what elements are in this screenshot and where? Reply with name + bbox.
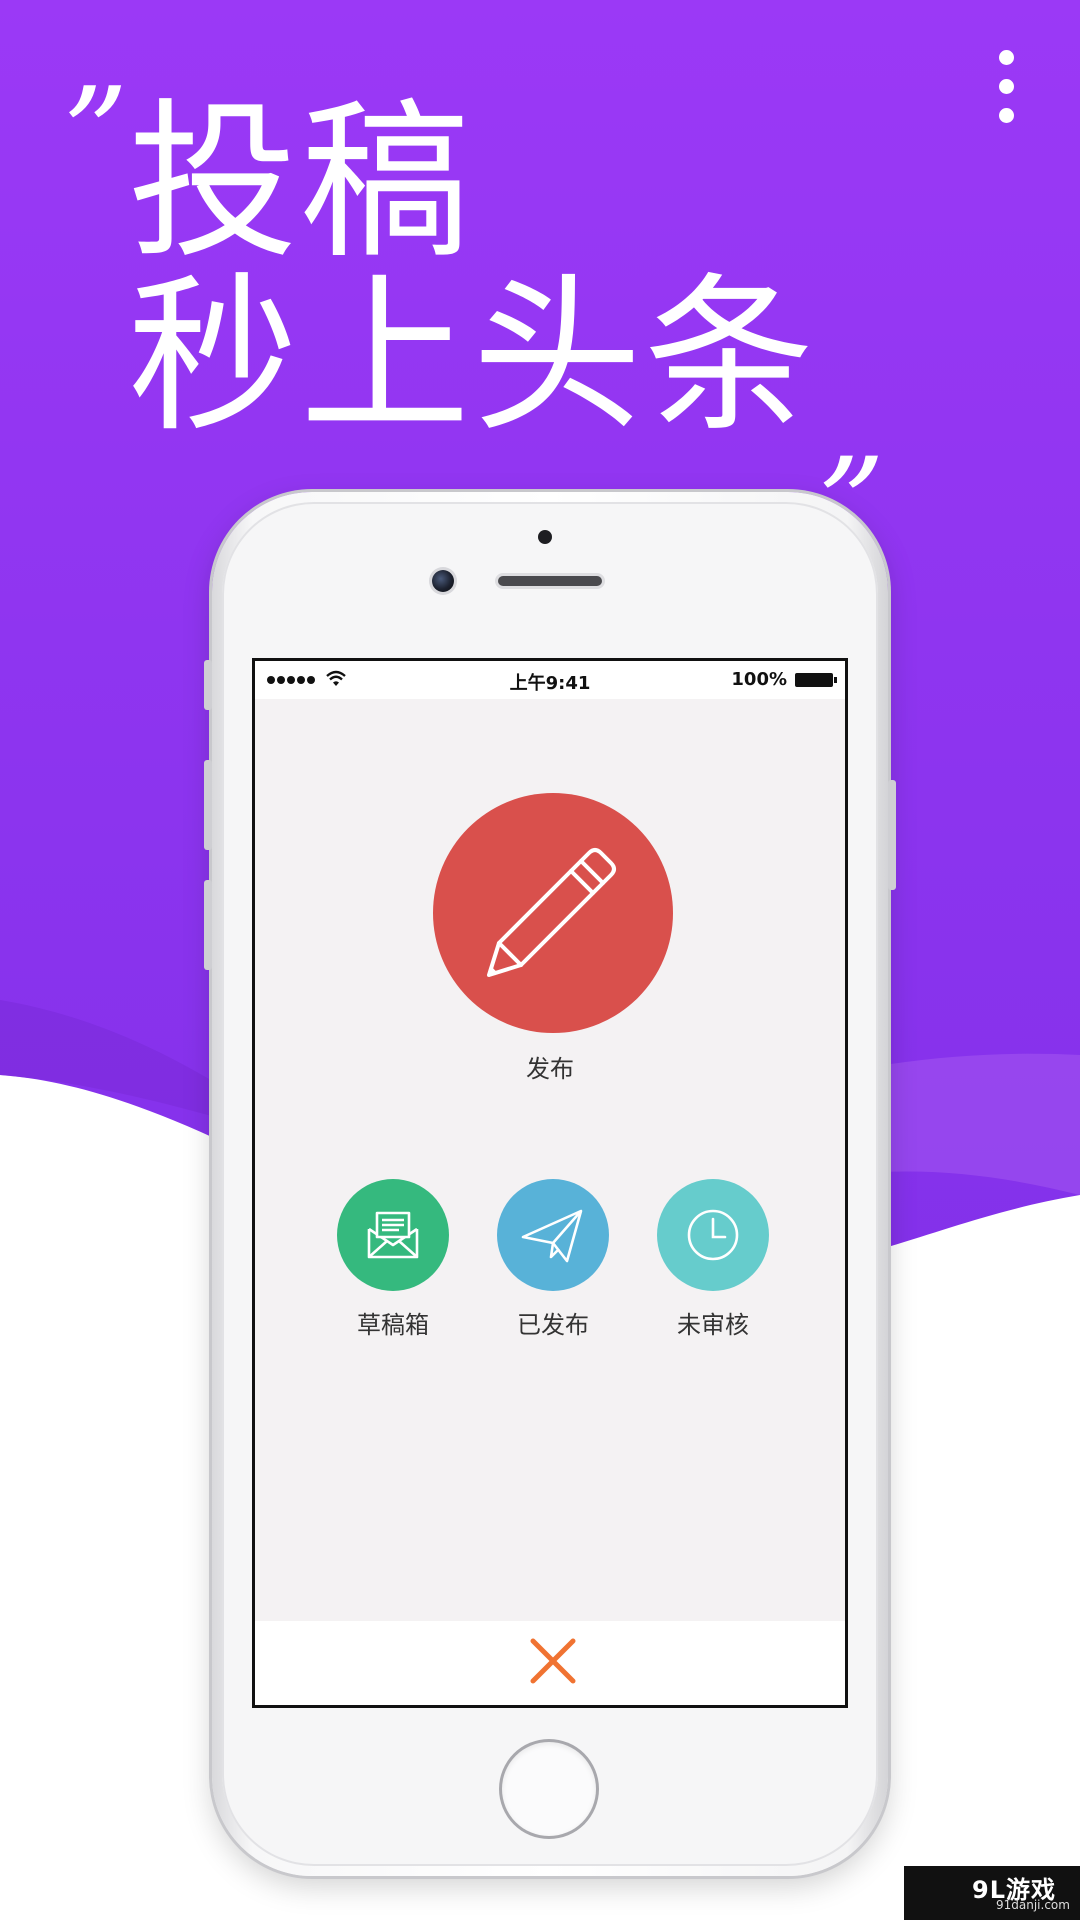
pending-review-circle: [657, 1179, 769, 1291]
headline-line-1: 投稿: [128, 84, 473, 282]
envelope-open-icon: [367, 1211, 419, 1259]
phone-mute-switch: [204, 660, 212, 710]
home-button[interactable]: [502, 1742, 596, 1836]
bottom-bar: [255, 1621, 845, 1705]
status-bar: 上午9:41 100%: [255, 661, 845, 699]
drafts-label: 草稿箱: [357, 1311, 429, 1339]
paper-plane-icon: [521, 1209, 583, 1263]
front-sensor: [538, 530, 552, 544]
watermark-url: 91danji.com: [996, 1898, 1070, 1912]
battery-percent: 100%: [731, 669, 787, 690]
clock-icon: [687, 1209, 739, 1261]
promo-screen: ” 投稿 秒上头条 „ 上午9:41 100% 发布 草稿箱 已发布 未审核 9…: [0, 0, 1080, 1920]
close-quote-mark: „: [820, 349, 888, 501]
more-vertical-icon[interactable]: [992, 46, 1022, 126]
battery-full-icon: [795, 673, 837, 687]
publish-label: 发布: [526, 1055, 574, 1083]
earpiece-speaker: [498, 576, 602, 586]
close-icon[interactable]: [527, 1635, 579, 1687]
menu-dot: [999, 50, 1014, 65]
drafts-button[interactable]: 草稿箱: [313, 1179, 473, 1340]
open-quote-mark: ”: [62, 59, 129, 211]
drafts-circle: [337, 1179, 449, 1291]
menu-dot: [999, 79, 1014, 94]
phone-volume-down-button: [204, 880, 212, 970]
front-camera: [432, 570, 454, 592]
phone-volume-up-button: [204, 760, 212, 850]
headline-line-2: 秒上头条: [128, 258, 817, 456]
pending-review-button[interactable]: 未审核: [633, 1179, 793, 1340]
pending-review-label: 未审核: [677, 1311, 749, 1339]
pencil-icon: [487, 848, 616, 977]
publish-button[interactable]: [433, 793, 673, 1033]
published-circle: [497, 1179, 609, 1291]
menu-dot: [999, 108, 1014, 123]
published-button[interactable]: 已发布: [473, 1179, 633, 1340]
published-label: 已发布: [517, 1311, 589, 1339]
phone-screen: 上午9:41 100% 发布 草稿箱 已发布 未审核: [252, 658, 848, 1708]
phone-power-button: [888, 780, 896, 890]
watermark: 9L游戏 91danji.com: [904, 1866, 1080, 1920]
